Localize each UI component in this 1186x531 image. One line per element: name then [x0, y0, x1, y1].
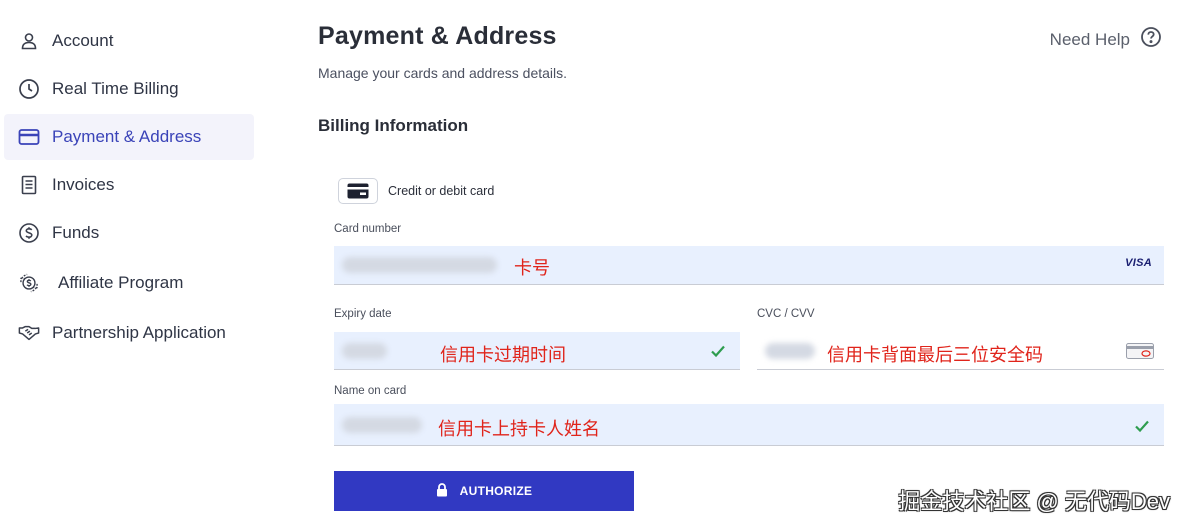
sidebar-item-label: Affiliate Program: [58, 273, 184, 292]
expiry-date-label: Expiry date: [334, 308, 392, 320]
need-help-link[interactable]: Need Help: [1050, 26, 1162, 53]
billing-section-title: Billing Information: [318, 116, 469, 135]
expiry-date-field[interactable]: 信用卡过期时间: [334, 332, 740, 370]
card-number-annotation: 卡号: [514, 258, 550, 278]
visa-icon: VISA: [1125, 257, 1152, 269]
redacted-name: [342, 417, 422, 433]
sidebar-item-real-time-billing[interactable]: Real Time Billing: [4, 66, 254, 112]
cvc-field[interactable]: 信用卡背面最后三位安全码: [757, 332, 1164, 370]
redacted-expiry-date: [342, 343, 387, 359]
sidebar-item-label: Account: [52, 31, 114, 50]
cvc-card-icon: [1126, 343, 1154, 364]
payment-method-label: Credit or debit card: [388, 184, 495, 198]
name-on-card-field[interactable]: 信用卡上持卡人姓名: [334, 404, 1164, 446]
handshake-icon: [18, 322, 40, 344]
sidebar-item-affiliate-program[interactable]: Affiliate Program: [4, 260, 254, 306]
name-on-card-label: Name on card: [334, 385, 407, 397]
cvc-label: CVC / CVV: [757, 308, 815, 320]
sidebar-item-payment-address[interactable]: Payment & Address: [4, 114, 254, 160]
sidebar-item-partnership-application[interactable]: Partnership Application: [4, 310, 254, 356]
invoice-icon: [18, 174, 40, 196]
sidebar-item-invoices[interactable]: Invoices: [4, 162, 254, 208]
dollar-circle-icon: [18, 222, 40, 244]
authorize-label: AUTHORIZE: [459, 484, 533, 498]
redacted-cvc: [765, 343, 815, 359]
watermark: 掘金技术社区 @ 无代码Dev: [898, 489, 1170, 514]
credit-card-icon: [338, 178, 378, 204]
sidebar-item-label: Partnership Application: [52, 323, 226, 342]
page-title: Payment & Address: [318, 22, 557, 50]
expiry-date-annotation: 信用卡过期时间: [440, 345, 566, 365]
check-icon: [711, 345, 725, 358]
payment-method-card[interactable]: Credit or debit card: [338, 178, 494, 204]
need-help-label: Need Help: [1049, 29, 1130, 49]
sidebar-item-account[interactable]: Account: [4, 18, 254, 64]
redacted-card-number: [342, 257, 497, 273]
check-icon: [1135, 420, 1149, 433]
sidebar-item-label: Payment & Address: [52, 127, 202, 146]
sidebar: Account Real Time Billing Payment & Addr…: [0, 0, 262, 531]
user-icon: [18, 30, 40, 52]
sidebar-item-label: Invoices: [52, 175, 115, 194]
card-number-label: Card number: [334, 223, 402, 235]
sidebar-item-funds[interactable]: Funds: [4, 210, 254, 256]
cvc-annotation: 信用卡背面最后三位安全码: [827, 345, 1043, 365]
sidebar-item-label: Funds: [52, 223, 100, 242]
affiliate-dollar-icon: [18, 272, 40, 294]
credit-card-icon: [18, 126, 40, 148]
name-on-card-annotation: 信用卡上持卡人姓名: [438, 419, 600, 439]
help-icon: [1140, 26, 1162, 53]
authorize-button[interactable]: AUTHORIZE: [334, 471, 634, 511]
sidebar-item-label: Real Time Billing: [52, 79, 179, 98]
clock-icon: [18, 78, 40, 100]
lock-icon: [436, 482, 448, 500]
page-subtitle: Manage your cards and address details.: [318, 65, 568, 81]
card-number-field[interactable]: 卡号 VISA: [334, 246, 1164, 285]
